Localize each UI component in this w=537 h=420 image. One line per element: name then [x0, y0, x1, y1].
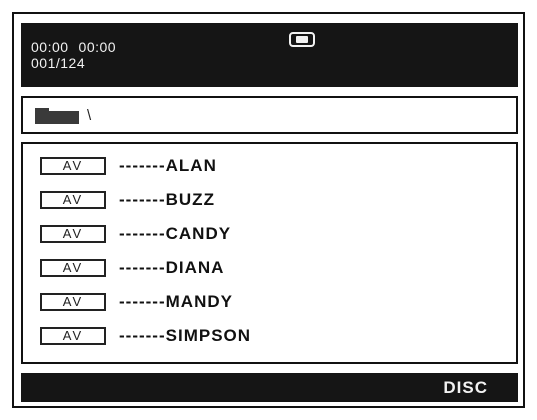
file-name: -------SIMPSON	[119, 326, 252, 345]
path-bar: \	[21, 96, 518, 134]
file-type-badge: AV	[40, 191, 106, 209]
list-item[interactable]: AV -------ALAN	[23, 152, 516, 180]
source-label: DISC	[443, 378, 488, 397]
screen-frame: 00:00 00:00 001/124 \ AV -------ALAN AV -…	[12, 12, 525, 408]
time-display: 00:00 00:00	[31, 39, 116, 55]
total-time: 00:00	[78, 39, 117, 55]
list-item[interactable]: AV -------DIANA	[23, 254, 516, 282]
file-name: -------MANDY	[119, 292, 233, 311]
playback-mode-icon	[289, 32, 315, 47]
file-name: -------CANDY	[119, 224, 232, 243]
file-name: -------BUZZ	[119, 190, 215, 209]
file-list: AV -------ALAN AV -------BUZZ AV -------…	[21, 142, 518, 364]
folder-icon	[35, 108, 79, 124]
file-name: -------DIANA	[119, 258, 225, 277]
file-type-badge: AV	[40, 225, 106, 243]
footer-bar: DISC	[21, 373, 518, 402]
elapsed-time: 00:00	[31, 39, 69, 55]
file-type-badge: AV	[40, 327, 106, 345]
list-item[interactable]: AV -------SIMPSON	[23, 322, 516, 350]
file-type-badge: AV	[40, 293, 106, 311]
list-item[interactable]: AV -------CANDY	[23, 220, 516, 248]
list-item[interactable]: AV -------BUZZ	[23, 186, 516, 214]
file-name: -------ALAN	[119, 156, 217, 175]
current-path: \	[87, 107, 92, 124]
status-bar: 00:00 00:00 001/124	[21, 23, 518, 87]
list-item[interactable]: AV -------MANDY	[23, 288, 516, 316]
file-type-badge: AV	[40, 157, 106, 175]
track-counter: 001/124	[31, 55, 86, 71]
file-type-badge: AV	[40, 259, 106, 277]
